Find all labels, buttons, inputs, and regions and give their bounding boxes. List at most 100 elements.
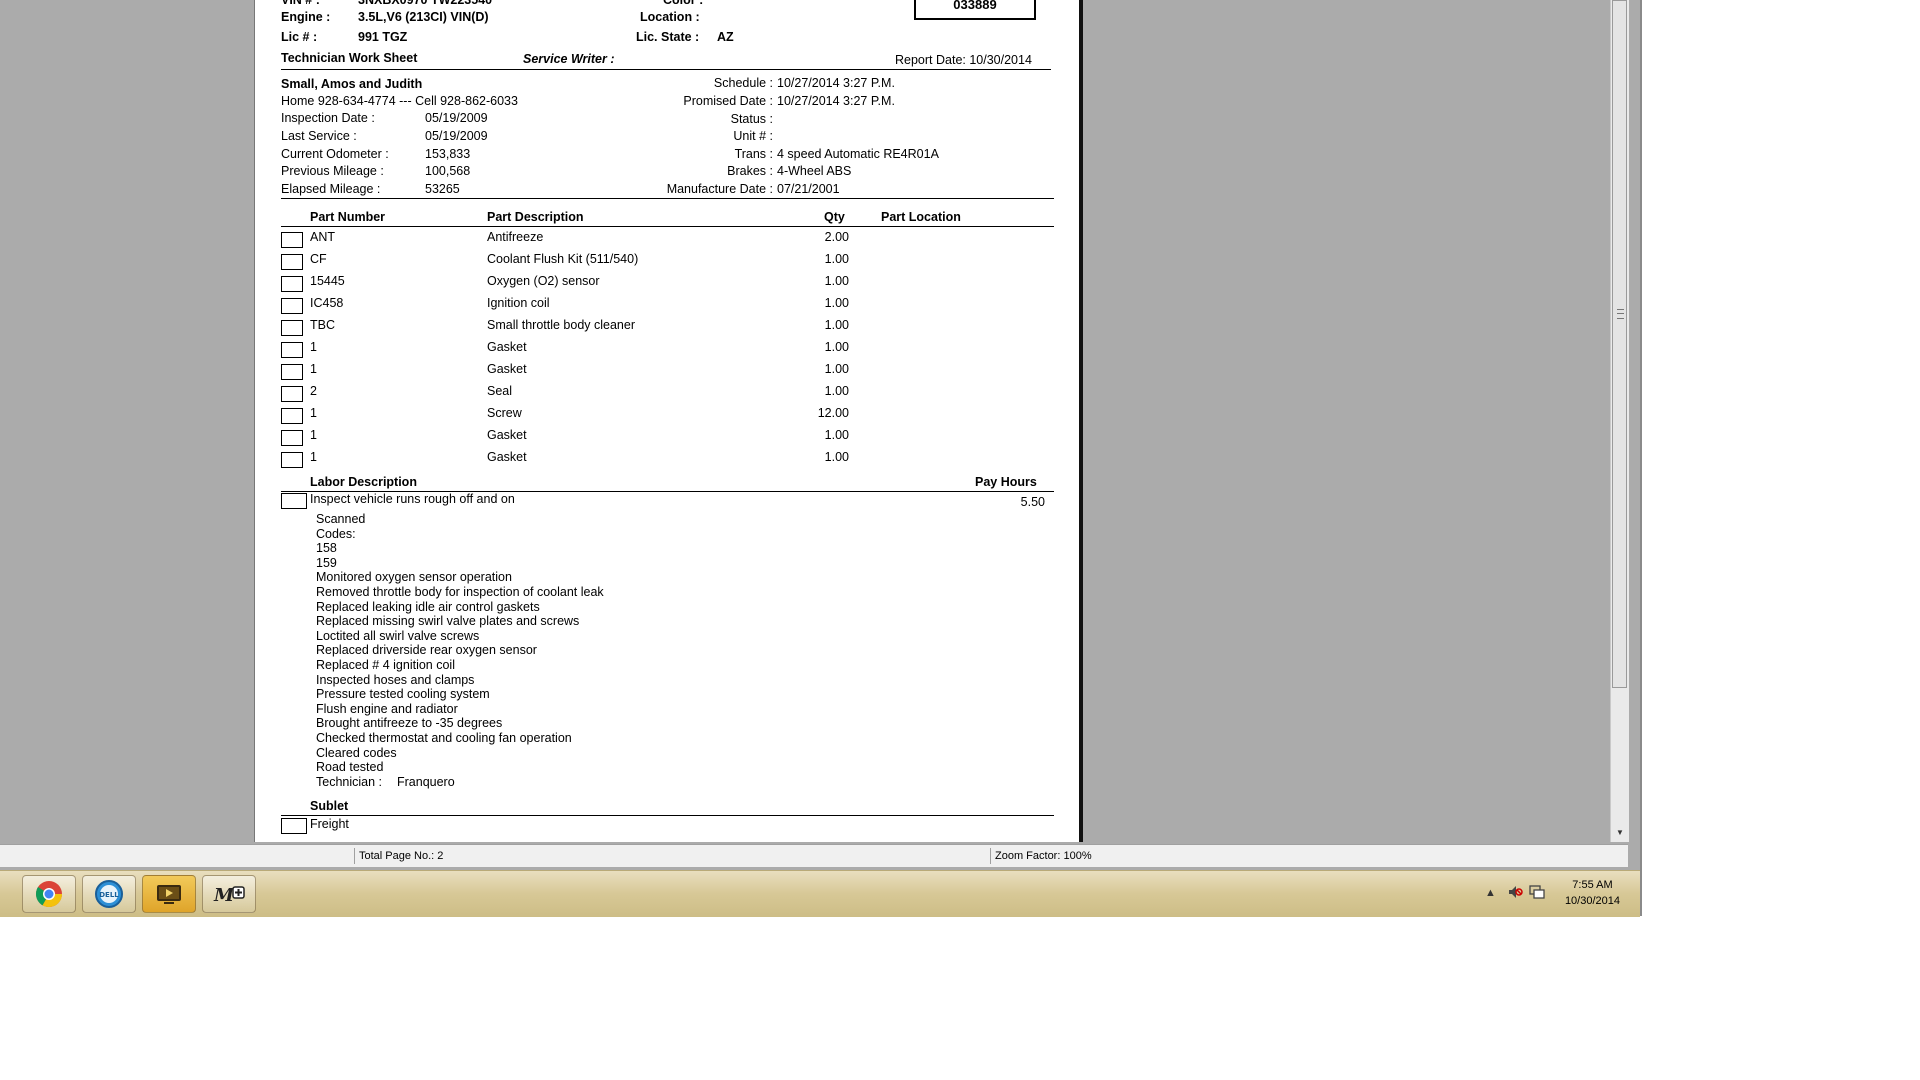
info-value: 53265 <box>425 182 460 196</box>
part-number: IC458 <box>310 296 344 310</box>
part-description: Small throttle body cleaner <box>487 318 635 332</box>
total-pages: Total Page No.: 2 <box>354 848 989 864</box>
sublet-checkbox[interactable] <box>281 818 307 834</box>
part-qty: 1.00 <box>824 450 849 464</box>
part-qty: 1.00 <box>824 340 849 354</box>
info-label: Promised Date : <box>683 94 773 108</box>
part-checkbox[interactable] <box>281 298 303 314</box>
part-qty: 1.00 <box>824 252 849 266</box>
customer-phones: Home 928-634-4774 --- Cell 928-862-6033 <box>281 94 518 108</box>
info-label: Brakes : <box>727 164 773 178</box>
shop-software-icon: M <box>213 885 245 906</box>
clock-time: 7:55 AM <box>1572 879 1613 891</box>
technician-name: Franquero <box>397 775 455 789</box>
part-number: 2 <box>310 384 317 398</box>
info-value: 10/27/2014 3:27 P.M. <box>777 94 895 108</box>
info-label: Status : <box>730 112 773 126</box>
labor-note: 158 <box>316 541 337 555</box>
divider <box>281 69 1051 70</box>
part-qty: 1.00 <box>824 428 849 442</box>
part-description: Gasket <box>487 428 527 442</box>
labor-note: Pressure tested cooling system <box>316 687 490 701</box>
part-checkbox[interactable] <box>281 364 303 380</box>
chrome-taskbar-button[interactable] <box>22 875 76 913</box>
info-label: Manufacture Date : <box>666 182 773 196</box>
info-label: Elapsed Mileage : <box>281 182 381 196</box>
labor-note: Loctited all swirl valve screws <box>316 629 480 643</box>
info-value: 05/19/2009 <box>425 111 488 125</box>
part-checkbox[interactable] <box>281 430 303 446</box>
vertical-scrollbar[interactable]: ▼ <box>1610 0 1629 842</box>
info-label: Trans : <box>734 147 773 161</box>
info-value: 153,833 <box>425 147 471 161</box>
qty-header: Qty <box>824 210 845 224</box>
lic-value: 991 TGZ <box>358 30 408 44</box>
info-label: Schedule : <box>713 76 773 90</box>
labor-note: Inspected hoses and clamps <box>316 673 475 687</box>
labor-note: Monitored oxygen sensor operation <box>316 570 512 584</box>
divider <box>281 815 1054 816</box>
info-value: 05/19/2009 <box>425 129 488 143</box>
labor-note: Codes: <box>316 527 356 541</box>
labor-checkbox[interactable] <box>281 493 307 509</box>
part-description: Gasket <box>487 450 527 464</box>
part-qty: 12.00 <box>817 406 849 420</box>
part-location-header: Part Location <box>881 210 961 224</box>
volume-muted-icon[interactable] <box>1507 884 1523 903</box>
labor-note: Road tested <box>316 760 384 774</box>
info-label: Unit # : <box>733 129 773 143</box>
media-center-taskbar-button[interactable] <box>142 875 196 913</box>
dell-taskbar-button[interactable]: DELL <box>82 875 136 913</box>
svg-text:DELL: DELL <box>99 891 119 899</box>
part-checkbox[interactable] <box>281 254 303 270</box>
part-checkbox[interactable] <box>281 408 303 424</box>
engine-value: 3.5L,V6 (213CI) VIN(D) <box>358 10 489 24</box>
chrome-icon <box>35 881 63 908</box>
labor-note: Checked thermostat and cooling fan opera… <box>316 731 572 745</box>
part-checkbox[interactable] <box>281 452 303 468</box>
part-description-header: Part Description <box>487 210 584 224</box>
labor-note: Flush engine and radiator <box>316 702 458 716</box>
sublet-header: Sublet <box>310 799 349 813</box>
network-icon[interactable] <box>1529 884 1545 903</box>
show-hidden-icons-icon[interactable]: ▲ <box>1485 887 1496 899</box>
service-writer-label: Service Writer : <box>523 52 615 66</box>
engine-label: Engine : <box>281 10 331 24</box>
part-checkbox[interactable] <box>281 320 303 336</box>
sublet-item: Freight <box>310 817 349 831</box>
labor-note: Cleared codes <box>316 746 397 760</box>
part-checkbox[interactable] <box>281 342 303 358</box>
app-window: VIN # : 3NXBX0970 TW223540 Color : Engin… <box>0 0 1642 916</box>
part-number: 1 <box>310 428 317 442</box>
lic-label: Lic # : <box>281 30 318 44</box>
color-label: Color : <box>663 0 704 7</box>
info-label: Previous Mileage : <box>281 164 384 178</box>
lic-state-label: Lic. State : <box>636 30 700 44</box>
part-qty: 1.00 <box>824 362 849 376</box>
labor-item: Inspect vehicle runs rough off and on <box>310 492 515 506</box>
info-value: 07/21/2001 <box>777 182 840 196</box>
info-value: 10/27/2014 3:27 P.M. <box>777 76 895 90</box>
labor-note: Replaced leaking idle air control gasket… <box>316 600 540 614</box>
part-checkbox[interactable] <box>281 386 303 402</box>
labor-note: Brought antifreeze to -35 degrees <box>316 716 503 730</box>
shop-software-taskbar-button[interactable]: M <box>202 875 256 913</box>
part-qty: 1.00 <box>824 274 849 288</box>
part-checkbox[interactable] <box>281 276 303 292</box>
report-page: VIN # : 3NXBX0970 TW223540 Color : Engin… <box>254 0 1083 842</box>
system-clock[interactable]: 7:55 AM 10/30/2014 <box>1565 877 1620 909</box>
customer-name: Small, Amos and Judith <box>281 77 423 91</box>
info-label: Current Odometer : <box>281 147 389 161</box>
part-number: 1 <box>310 406 317 420</box>
part-checkbox[interactable] <box>281 232 303 248</box>
part-qty: 1.00 <box>824 296 849 310</box>
scroll-down-arrow-icon[interactable]: ▼ <box>1612 826 1628 840</box>
part-description: Antifreeze <box>487 230 544 244</box>
labor-note: Replaced missing swirl valve plates and … <box>316 614 580 628</box>
divider <box>281 226 1054 227</box>
labor-note: Replaced # 4 ignition coil <box>316 658 455 672</box>
info-label: Last Service : <box>281 129 357 143</box>
scrollbar-thumb[interactable] <box>1612 0 1627 688</box>
clock-date: 10/30/2014 <box>1564 895 1620 907</box>
repair-order-number: 033889 <box>914 0 1036 20</box>
